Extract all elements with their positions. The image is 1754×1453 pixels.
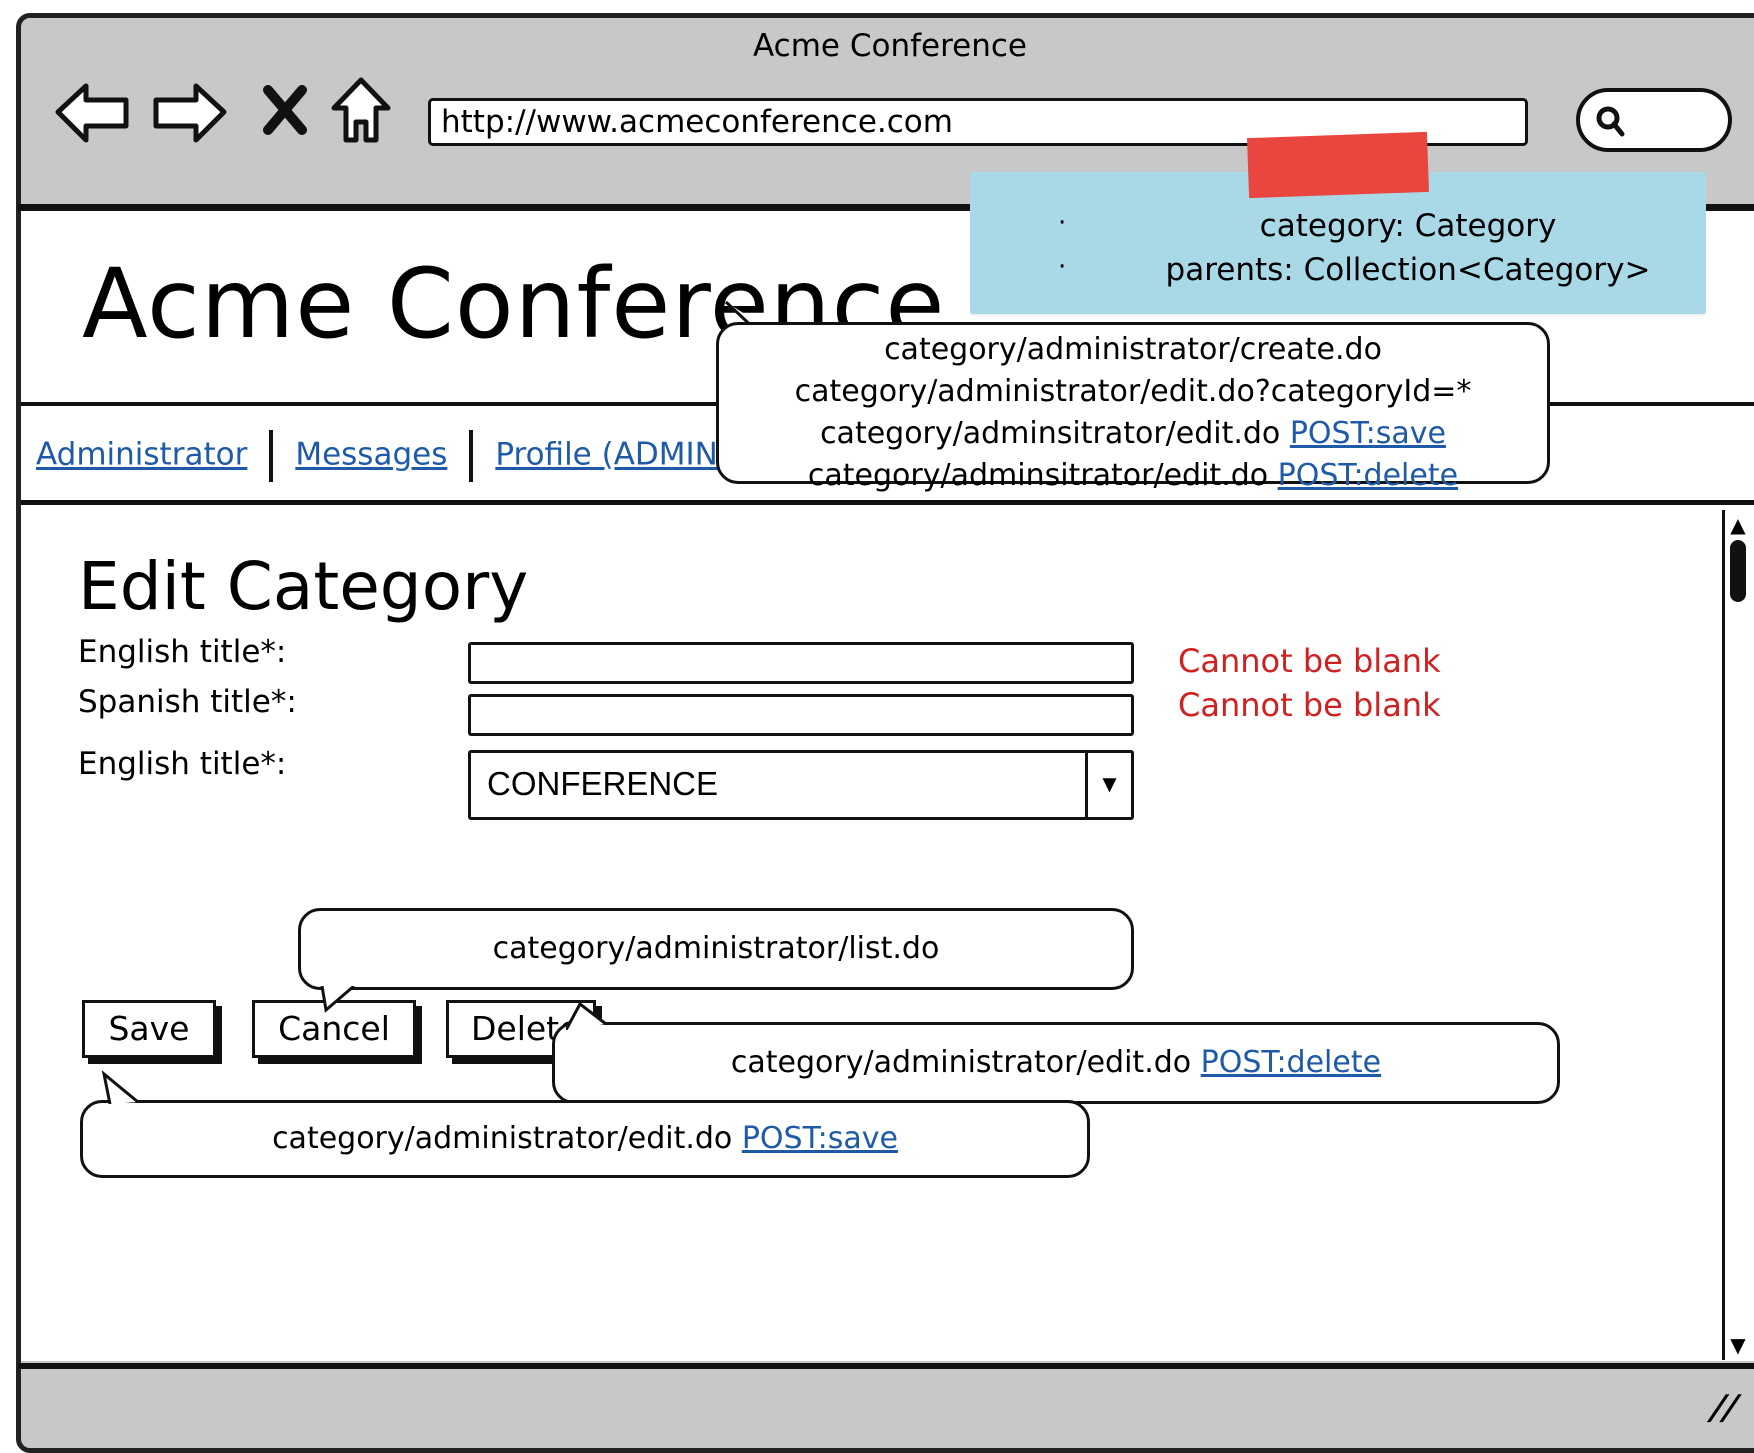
english-title-input[interactable] (468, 642, 1134, 684)
english-title-label: English title*: (78, 634, 287, 670)
menu-item-messages[interactable]: Messages (295, 437, 447, 473)
home-icon[interactable] (328, 74, 394, 148)
page-title: Edit Category (78, 548, 529, 625)
parent-select-value: CONFERENCE (487, 765, 719, 802)
stop-icon[interactable] (262, 82, 308, 138)
english-title-error: Cannot be blank (1178, 642, 1441, 680)
url-callout-delete: category/administrator/edit.do POST:dele… (552, 1022, 1560, 1104)
menu-item-profile[interactable]: Profile (ADMIN (495, 437, 718, 473)
callout-line: category/adminsitrator/edit.do (820, 416, 1290, 451)
callout-line: category/administrator/edit.do?categoryI… (794, 374, 1472, 409)
sticky-line-1: category: Category (1259, 208, 1557, 244)
menu-item-administrator[interactable]: Administrator (36, 437, 247, 473)
post-delete-link[interactable]: POST:delete (1201, 1045, 1381, 1080)
spanish-title-label: Spanish title*: (78, 684, 297, 720)
spanish-title-input[interactable] (468, 694, 1134, 736)
callout-line: category/administrator/create.do (884, 332, 1382, 367)
callout-pointer (566, 1001, 607, 1030)
menu-separator (269, 430, 274, 482)
url-callout-cancel: category/administrator/list.do (298, 908, 1134, 990)
parent-label: English title*: (78, 746, 287, 782)
scroll-thumb[interactable] (1730, 540, 1746, 602)
scroll-down-icon[interactable]: ▼ (1726, 1334, 1750, 1356)
search-field[interactable] (1576, 88, 1732, 152)
callout-pointer (320, 986, 355, 1013)
menu-divider (21, 500, 1754, 505)
save-button[interactable]: Save (82, 1000, 216, 1058)
url-callout-top: category/administrator/create.do categor… (716, 322, 1550, 493)
forward-arrow-icon[interactable] (150, 78, 230, 148)
spanish-title-error: Cannot be blank (1178, 686, 1441, 724)
callout-pointer (101, 1070, 139, 1104)
url-callout-save: category/administrator/edit.do POST:save (80, 1100, 1090, 1178)
callout-line: category/administrator/edit.do (272, 1121, 742, 1156)
main-menu: Administrator Messages Profile (ADMIN (36, 430, 718, 482)
sticky-tape (1247, 131, 1429, 199)
back-arrow-icon[interactable] (52, 78, 132, 148)
window-title: Acme Conference (753, 28, 1027, 64)
search-icon (1596, 106, 1625, 137)
chevron-down-icon[interactable]: ▼ (1085, 753, 1131, 817)
post-save-link[interactable]: POST:save (1290, 416, 1446, 451)
callout-line: category/administrator/edit.do (730, 1045, 1201, 1080)
status-bar (21, 1369, 1754, 1431)
callout-line: category/administrator/list.do (492, 931, 940, 966)
scroll-up-icon[interactable]: ▲ (1726, 514, 1750, 536)
post-delete-link[interactable]: POST:delete (1278, 458, 1458, 493)
post-save-link[interactable]: POST:save (742, 1121, 898, 1156)
vertical-scrollbar[interactable] (1722, 510, 1754, 1360)
menu-separator (469, 430, 474, 482)
sticky-line-2: parents: Collection<Category> (1165, 252, 1651, 288)
parent-select[interactable]: CONFERENCE ▼ (468, 750, 1134, 820)
callout-line: category/adminsitrator/edit.do (807, 458, 1278, 493)
